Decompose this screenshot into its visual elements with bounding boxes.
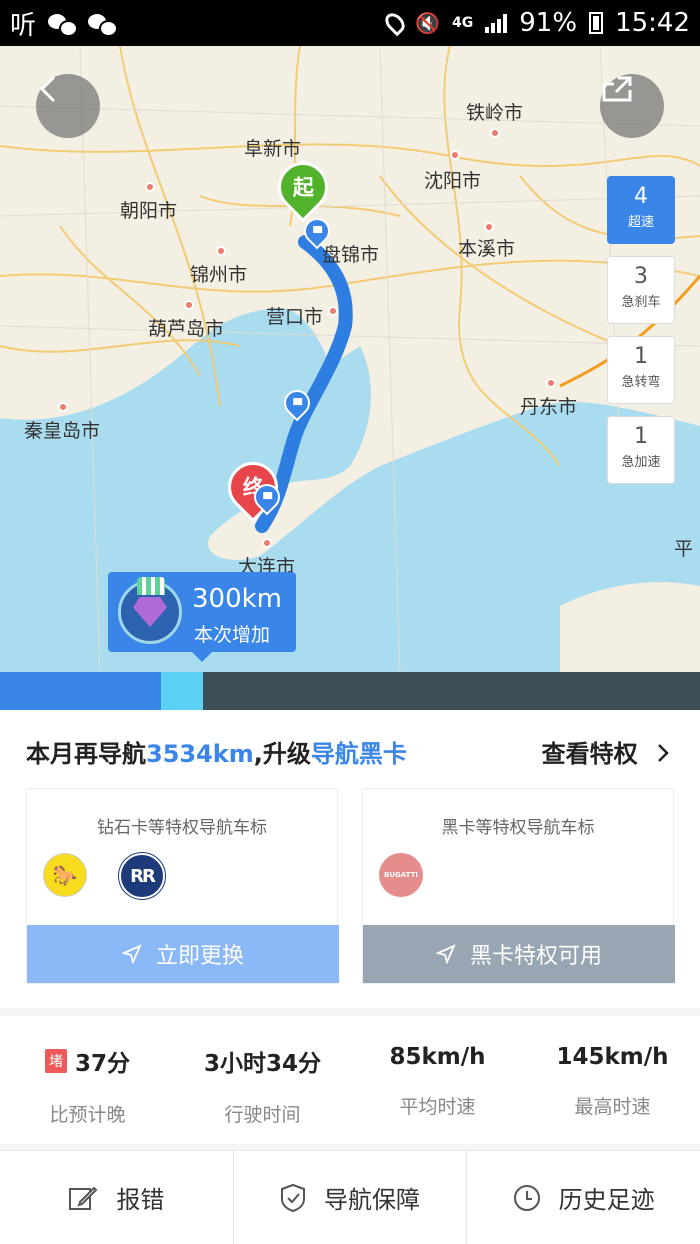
city-label: 铁岭市 [466, 102, 524, 124]
rolls-royce-logo-icon[interactable]: RR [118, 852, 166, 900]
city-dot [328, 306, 338, 316]
sharp-turn-count-tile[interactable]: 1 急转弯 [607, 336, 675, 404]
city-label: 秦皇岛市 [24, 420, 101, 442]
wechat-icon [48, 12, 79, 37]
history-footprint-button[interactable]: 历史足迹 [467, 1151, 700, 1244]
chevron-right-icon [658, 744, 669, 762]
city-label: 朝阳市 [120, 200, 178, 222]
battery-icon [589, 12, 604, 34]
black-card-available-button[interactable]: 黑卡特权可用 [363, 925, 675, 983]
map-background [0, 46, 700, 672]
city-dot [484, 222, 494, 232]
city-dot [184, 300, 194, 310]
city-label: 阜新市 [244, 138, 302, 160]
upgrade-message: 本月再导航3534km,升级导航黑卡 [26, 740, 407, 768]
chevron-left-icon [39, 75, 56, 103]
upgrade-section: 本月再导航3534km,升级导航黑卡 查看特权 钻石卡等特权导航车标 🐎 RR … [0, 710, 700, 1008]
hard-brake-count-tile[interactable]: 3 急刹车 [607, 256, 675, 324]
city-label: 丹东市 [520, 396, 578, 418]
city-dot [262, 538, 272, 548]
delay-stat: 堵 37分 比预计晚 [0, 1016, 175, 1144]
shield-icon [281, 1183, 305, 1212]
drive-time-stat: 3小时34分 行驶时间 [203, 1051, 321, 1126]
card-title: 钻石卡等特权导航车标 [97, 818, 267, 838]
level-progress-bar [0, 672, 700, 710]
city-label: 葫芦岛市 [148, 318, 225, 340]
diamond-badge-icon [118, 577, 182, 644]
change-now-button[interactable]: 立即更换 [27, 925, 339, 983]
bottom-action-bar: 报错 导航保障 历史足迹 [0, 1150, 700, 1244]
city-dot [216, 246, 226, 256]
city-label: 本溪市 [458, 238, 516, 260]
ferrari-logo-icon[interactable]: 🐎 [43, 853, 87, 897]
bubble-distance: 300km [192, 584, 283, 614]
back-button[interactable] [36, 74, 100, 138]
city-label: 平 [674, 538, 694, 560]
city-label: 盘锦市 [322, 244, 380, 266]
city-dot [490, 128, 500, 138]
max-speed-stat: 145km/h 最高时速 [556, 1044, 669, 1118]
clock-time: 15:42 [615, 8, 690, 38]
city-dot [546, 378, 556, 388]
mute-icon: 🔇 [415, 11, 441, 35]
status-bar: 听 🔇 4G 91% 15:42 [0, 0, 700, 46]
navigation-arrow-icon [435, 944, 456, 964]
signal-icon [485, 13, 508, 33]
clock-icon [513, 1184, 540, 1211]
progress-done [0, 672, 161, 710]
speeding-count-tile[interactable]: 4 超速 [607, 176, 675, 244]
traffic-jam-badge: 堵 [44, 1049, 67, 1073]
share-icon [602, 76, 632, 102]
city-dot [145, 182, 155, 192]
avg-speed-stat: 85km/h 平均时速 [389, 1044, 486, 1118]
report-error-button[interactable]: 报错 [0, 1151, 234, 1244]
battery-percent: 91% [519, 8, 578, 38]
card-title: 黑卡等特权导航车标 [441, 818, 595, 838]
wechat-icon [88, 12, 119, 37]
distance-bubble: 300km 本次增加 [108, 572, 296, 662]
city-dot [58, 402, 68, 412]
city-label: 沈阳市 [424, 170, 482, 192]
progress-current [161, 672, 203, 710]
trip-stats: 堵 37分 比预计晚 3小时34分 行驶时间 85km/h 平均时速 145km/… [0, 1016, 700, 1144]
city-label: 营口市 [266, 306, 324, 328]
edit-icon [69, 1186, 98, 1210]
black-card-panel: 黑卡等特权导航车标 BUGATTI 黑卡特权可用 [362, 788, 675, 984]
city-label: 锦州市 [190, 264, 248, 286]
navigation-arrow-icon [121, 944, 142, 964]
rapid-accel-count-tile[interactable]: 1 急加速 [607, 416, 675, 484]
location-icon [381, 9, 409, 37]
view-privileges-link[interactable]: 查看特权 [542, 734, 670, 769]
share-button[interactable] [600, 74, 664, 138]
city-dot [450, 150, 460, 160]
bugatti-logo-icon[interactable]: BUGATTI [379, 853, 423, 897]
network-type: 4G [452, 15, 474, 31]
app-notification-icon: 听 [10, 10, 37, 41]
diamond-card-panel: 钻石卡等特权导航车标 🐎 RR 立即更换 [26, 788, 339, 984]
navigation-guarantee-button[interactable]: 导航保障 [234, 1151, 468, 1244]
bubble-caption: 本次增加 [194, 624, 271, 646]
route-map[interactable]: 阜新市 铁岭市 沈阳市 朝阳市 盘锦市 本溪市 锦州市 葫芦岛市 营口市 丹东市… [0, 46, 700, 672]
